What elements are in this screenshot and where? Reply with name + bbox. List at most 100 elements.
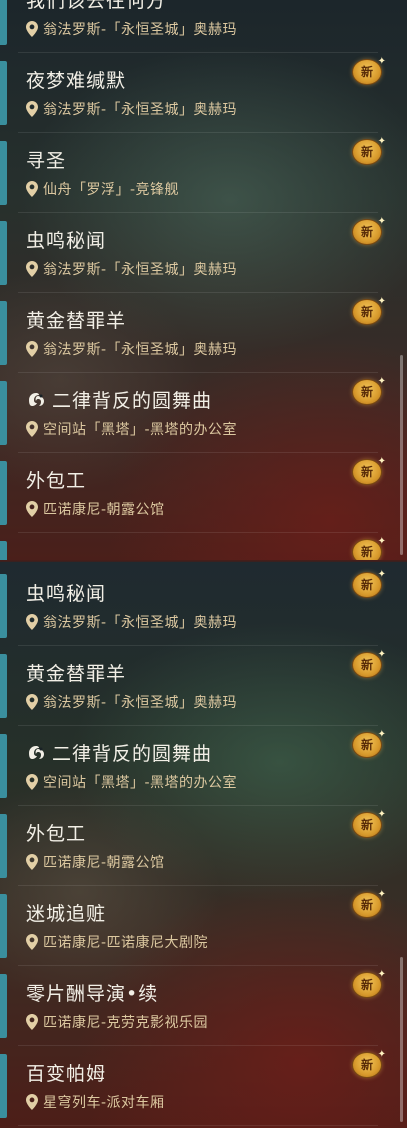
mission-title-text: 外包工 bbox=[26, 470, 87, 492]
new-badge-label: 新 bbox=[360, 658, 373, 672]
new-badge-label: 新 bbox=[360, 465, 373, 479]
new-badge-icon: ✦ 新 bbox=[352, 217, 386, 247]
mission-title: 寻圣 bbox=[26, 146, 66, 173]
mission-accent-bar bbox=[0, 141, 7, 205]
mission-accent-bar bbox=[0, 541, 7, 562]
new-badge-icon: ✦ 新 bbox=[352, 650, 386, 680]
mission-list-panel-bottom: 虫鸣秘闻 翁法罗斯-「永恒圣城」奥赫玛 ✦ 新黄金替罪羊 翁法罗斯-「永恒圣城」奥赫玛 ✦… bbox=[0, 562, 407, 1128]
mission-location: 空间站「黑塔」-黑塔的办公室 bbox=[26, 772, 237, 792]
new-badge-label: 新 bbox=[360, 65, 373, 79]
mission-location-text: 星穹列车-派对车厢 bbox=[43, 1095, 165, 1111]
mission-item[interactable]: 黄金替罪羊 翁法罗斯-「永恒圣城」奥赫玛 ✦ 新 bbox=[0, 293, 386, 373]
mission-location-text: 空间站「黑塔」-黑塔的办公室 bbox=[43, 775, 238, 791]
mission-item[interactable]: 寻圣仙舟「罗浮」-竞锋舰 ✦ 新 bbox=[0, 133, 386, 213]
mission-location: 匹诺康尼-克劳克影视乐园 bbox=[26, 1012, 208, 1032]
location-pin-icon bbox=[26, 1014, 38, 1030]
location-pin-icon bbox=[26, 934, 38, 950]
mission-location-text: 空间站「黑塔」-黑塔的办公室 bbox=[43, 422, 238, 438]
mission-accent-bar bbox=[0, 1054, 7, 1118]
location-pin-icon bbox=[26, 261, 38, 277]
new-badge-label: 新 bbox=[360, 305, 373, 319]
new-badge-icon: ✦ 新 bbox=[352, 537, 386, 562]
location-pin-icon bbox=[26, 694, 38, 710]
mission-title-text: 外包工 bbox=[26, 823, 87, 845]
location-pin-icon bbox=[26, 774, 38, 790]
mission-type-icon bbox=[26, 391, 48, 409]
mission-item[interactable]: 外包工匹诺康尼-朝露公馆 ✦ 新 bbox=[0, 806, 386, 886]
mission-item[interactable]: 二律背反的圆舞曲空间站「黑塔」-黑塔的办公室 ✦ 新 bbox=[0, 726, 386, 806]
mission-item[interactable]: 黄金替罪羊翁法罗斯-「永恒圣城」奥赫玛 ✦ 新 bbox=[0, 646, 386, 726]
mission-accent-bar bbox=[0, 894, 7, 958]
new-badge-label: 新 bbox=[360, 978, 373, 992]
mission-item[interactable]: 夜梦难缄默 翁法罗斯-「永恒圣城」奥赫玛 ✦ 新 bbox=[0, 53, 386, 133]
mission-location-text: 仙舟「罗浮」-竞锋舰 bbox=[43, 182, 180, 198]
mission-title-text: 黄金替罪羊 bbox=[26, 310, 127, 332]
mission-location: 匹诺康尼-朝露公馆 bbox=[26, 499, 165, 519]
mission-item[interactable]: 百变帕姆 星穹列车-派对车厢 ✦ 新 bbox=[0, 1046, 386, 1126]
mission-accent-bar bbox=[0, 734, 7, 798]
mission-accent-bar bbox=[0, 61, 7, 125]
mission-location-text: 匹诺康尼-匹诺康尼大剧院 bbox=[43, 935, 209, 951]
mission-title: 二律背反的圆舞曲 bbox=[26, 739, 212, 766]
scrollbar[interactable] bbox=[400, 355, 403, 555]
mission-accent-bar bbox=[0, 974, 7, 1038]
mission-item[interactable]: 零片酬导演•续匹诺康尼-克劳克影视乐园 ✦ 新 bbox=[0, 966, 386, 1046]
mission-accent-bar bbox=[0, 574, 7, 638]
mission-location: 仙舟「罗浮」-竞锋舰 bbox=[26, 179, 179, 199]
new-badge-label: 新 bbox=[360, 545, 373, 559]
new-badge-label: 新 bbox=[360, 225, 373, 239]
new-badge-label: 新 bbox=[360, 898, 373, 912]
mission-item[interactable]: 虫鸣秘闻 翁法罗斯-「永恒圣城」奥赫玛 ✦ 新 bbox=[0, 213, 386, 293]
mission-item[interactable]: 二律背反的圆舞曲空间站「黑塔」-黑塔的办公室 ✦ 新 bbox=[0, 373, 386, 453]
mission-location: 翁法罗斯-「永恒圣城」奥赫玛 bbox=[26, 99, 237, 119]
mission-location: 匹诺康尼-匹诺康尼大剧院 bbox=[26, 932, 208, 952]
mission-item[interactable]: 我们该去往何方 翁法罗斯-「永恒圣城」奥赫玛 bbox=[0, 0, 386, 53]
mission-item[interactable]: 迷城追赃 匹诺康尼-匹诺康尼大剧院 ✦ 新 bbox=[0, 886, 386, 966]
new-badge-icon: ✦ 新 bbox=[352, 570, 386, 600]
mission-location-text: 翁法罗斯-「永恒圣城」奥赫玛 bbox=[43, 102, 238, 118]
mission-accent-bar bbox=[0, 0, 7, 45]
mission-item[interactable]: 虫鸣秘闻 翁法罗斯-「永恒圣城」奥赫玛 ✦ 新 bbox=[0, 566, 386, 646]
mission-title: 虫鸣秘闻 bbox=[26, 579, 106, 606]
location-pin-icon bbox=[26, 341, 38, 357]
mission-title-text: 黄金替罪羊 bbox=[26, 663, 127, 685]
location-pin-icon bbox=[26, 854, 38, 870]
mission-location: 翁法罗斯-「永恒圣城」奥赫玛 bbox=[26, 339, 237, 359]
mission-accent-bar bbox=[0, 221, 7, 285]
mission-location: 匹诺康尼-朝露公馆 bbox=[26, 852, 165, 872]
new-badge-label: 新 bbox=[360, 1058, 373, 1072]
location-pin-icon bbox=[26, 501, 38, 517]
mission-accent-bar bbox=[0, 654, 7, 718]
mission-list-panel-top: 我们该去往何方 翁法罗斯-「永恒圣城」奥赫玛 夜梦难缄默 翁法罗斯-「永恒圣城」奥赫玛… bbox=[0, 0, 407, 562]
mission-title: 外包工 bbox=[26, 819, 86, 846]
mission-title-text: 迷城追赃 bbox=[26, 903, 107, 925]
new-badge-icon: ✦ 新 bbox=[352, 730, 386, 760]
mission-title-text: 虫鸣秘闻 bbox=[26, 583, 107, 605]
new-badge-icon: ✦ 新 bbox=[352, 377, 386, 407]
mission-location: 翁法罗斯-「永恒圣城」奥赫玛 bbox=[26, 692, 237, 712]
mission-location-text: 匹诺康尼-克劳克影视乐园 bbox=[43, 1015, 209, 1031]
location-pin-icon bbox=[26, 614, 38, 630]
mission-title: 外包工 bbox=[26, 466, 86, 493]
new-badge-label: 新 bbox=[360, 818, 373, 832]
mission-location-text: 匹诺康尼-朝露公馆 bbox=[43, 502, 165, 518]
mission-title-text: 夜梦难缄默 bbox=[26, 70, 127, 92]
location-pin-icon bbox=[26, 181, 38, 197]
mission-location-text: 翁法罗斯-「永恒圣城」奥赫玛 bbox=[43, 22, 238, 38]
mission-item[interactable]: ✦ 新 bbox=[0, 533, 386, 562]
scrollbar[interactable] bbox=[400, 957, 403, 1122]
new-badge-icon: ✦ 新 bbox=[352, 970, 386, 1000]
mission-title-text: 零片酬导演•续 bbox=[26, 983, 159, 1005]
location-pin-icon bbox=[26, 421, 38, 437]
new-badge-icon: ✦ 新 bbox=[352, 810, 386, 840]
mission-title: 黄金替罪羊 bbox=[26, 659, 126, 686]
location-pin-icon bbox=[26, 1094, 38, 1110]
mission-title-text: 二律背反的圆舞曲 bbox=[52, 390, 213, 412]
mission-accent-bar bbox=[0, 461, 7, 525]
new-badge-icon: ✦ 新 bbox=[352, 137, 386, 167]
mission-title-text: 百变帕姆 bbox=[26, 1063, 107, 1085]
mission-title: 夜梦难缄默 bbox=[26, 66, 126, 93]
mission-location: 翁法罗斯-「永恒圣城」奥赫玛 bbox=[26, 19, 237, 39]
mission-location-text: 匹诺康尼-朝露公馆 bbox=[43, 855, 165, 871]
mission-item[interactable]: 外包工 匹诺康尼-朝露公馆 ✦ 新 bbox=[0, 453, 386, 533]
